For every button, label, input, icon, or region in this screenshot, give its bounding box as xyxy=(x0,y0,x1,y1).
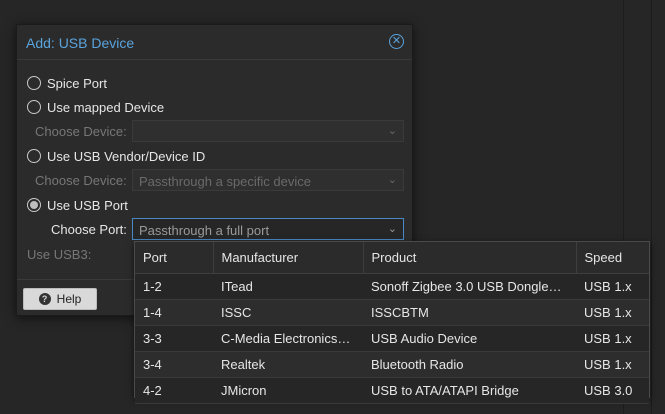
speed-cell: USB 3.0 xyxy=(576,377,649,404)
choose-port-label: Choose Port: xyxy=(51,222,127,237)
speed-cell: USB 1.x xyxy=(576,299,649,326)
column-header-manufacturer[interactable]: Manufacturer xyxy=(213,242,364,274)
choose-device2-label: Choose Device: xyxy=(35,173,127,188)
port-cell: 3-3 xyxy=(135,325,213,352)
port-cell: 1-2 xyxy=(135,273,213,300)
choose-device-select[interactable]: ⌄ xyxy=(132,120,404,142)
column-header-port[interactable]: Port xyxy=(135,242,214,274)
product-cell: Sonoff Zigbee 3.0 USB Dongle… xyxy=(363,273,576,300)
chevron-down-icon: ⌄ xyxy=(387,125,397,137)
question-circle-icon: ? xyxy=(38,293,51,305)
product-cell: USB to ATA/ATAPI Bridge xyxy=(363,377,576,404)
speed-cell: USB 1.x xyxy=(576,325,649,352)
choose-device-vendor-placeholder: Passthrough a specific device xyxy=(139,174,311,189)
table-row[interactable]: 3-3 C-Media Electronics… USB Audio Devic… xyxy=(135,325,649,352)
option-vendor-device-id[interactable]: Use USB Vendor/Device ID xyxy=(27,146,205,166)
port-dropdown-list: Port Manufacturer Product Speed 1-2 ITea… xyxy=(134,241,650,404)
close-icon[interactable]: ✕ xyxy=(389,34,404,49)
vendor-id-radio[interactable] xyxy=(27,149,41,163)
usb-port-label: Use USB Port xyxy=(47,197,128,213)
spice-port-label: Spice Port xyxy=(47,75,107,91)
vendor-id-label: Use USB Vendor/Device ID xyxy=(47,148,206,164)
background-grid-line xyxy=(651,0,652,414)
chevron-down-icon: ⌄ xyxy=(387,223,397,235)
port-table: Port Manufacturer Product Speed 1-2 ITea… xyxy=(135,242,649,404)
port-cell: 1-4 xyxy=(135,299,213,326)
spice-port-radio[interactable] xyxy=(27,76,41,90)
dialog-titlebar: Add: USB Device ✕ xyxy=(17,25,412,60)
table-row[interactable]: 4-2 JMicron USB to ATA/ATAPI Bridge USB … xyxy=(135,377,649,404)
usb-port-radio[interactable] xyxy=(27,198,41,212)
table-row[interactable]: 1-2 ITead Sonoff Zigbee 3.0 USB Dongle… … xyxy=(135,273,649,300)
option-spice-port[interactable]: Spice Port xyxy=(27,73,107,93)
choose-device-label: Choose Device: xyxy=(35,124,127,139)
mapped-device-radio[interactable] xyxy=(27,100,41,114)
manufacturer-cell: ITead xyxy=(213,273,363,300)
speed-cell: USB 1.x xyxy=(576,351,649,378)
help-label: Help xyxy=(56,292,82,306)
product-cell: Bluetooth Radio xyxy=(363,351,576,378)
option-usb-port[interactable]: Use USB Port xyxy=(27,195,128,215)
product-cell: ISSCBTM xyxy=(363,299,576,326)
port-cell: 3-4 xyxy=(135,351,213,378)
product-cell: USB Audio Device xyxy=(363,325,576,352)
use-usb3-label: Use USB3: xyxy=(27,247,92,262)
port-cell: 4-2 xyxy=(135,377,213,404)
manufacturer-cell: Realtek xyxy=(213,351,363,378)
manufacturer-cell: JMicron xyxy=(213,377,363,404)
table-row[interactable]: 1-4 ISSC ISSCBTM USB 1.x xyxy=(135,299,649,326)
column-header-product[interactable]: Product xyxy=(363,242,577,274)
table-row[interactable]: 3-4 Realtek Bluetooth Radio USB 1.x xyxy=(135,351,649,378)
choose-port-placeholder: Passthrough a full port xyxy=(139,223,270,238)
manufacturer-cell: C-Media Electronics… xyxy=(213,325,363,352)
manufacturer-cell: ISSC xyxy=(213,299,363,326)
column-header-speed[interactable]: Speed xyxy=(576,242,649,274)
chevron-down-icon: ⌄ xyxy=(387,174,397,186)
option-mapped-device[interactable]: Use mapped Device xyxy=(27,97,164,117)
help-button[interactable]: ? Help xyxy=(23,288,97,310)
choose-device-vendor-select[interactable]: Passthrough a specific device ⌄ xyxy=(132,169,404,191)
speed-cell: USB 1.x xyxy=(576,273,649,300)
mapped-device-label: Use mapped Device xyxy=(47,99,165,115)
port-table-header-row: Port Manufacturer Product Speed xyxy=(135,242,649,274)
choose-port-select[interactable]: Passthrough a full port ⌄ xyxy=(132,218,404,240)
dialog-title: Add: USB Device xyxy=(26,35,135,51)
